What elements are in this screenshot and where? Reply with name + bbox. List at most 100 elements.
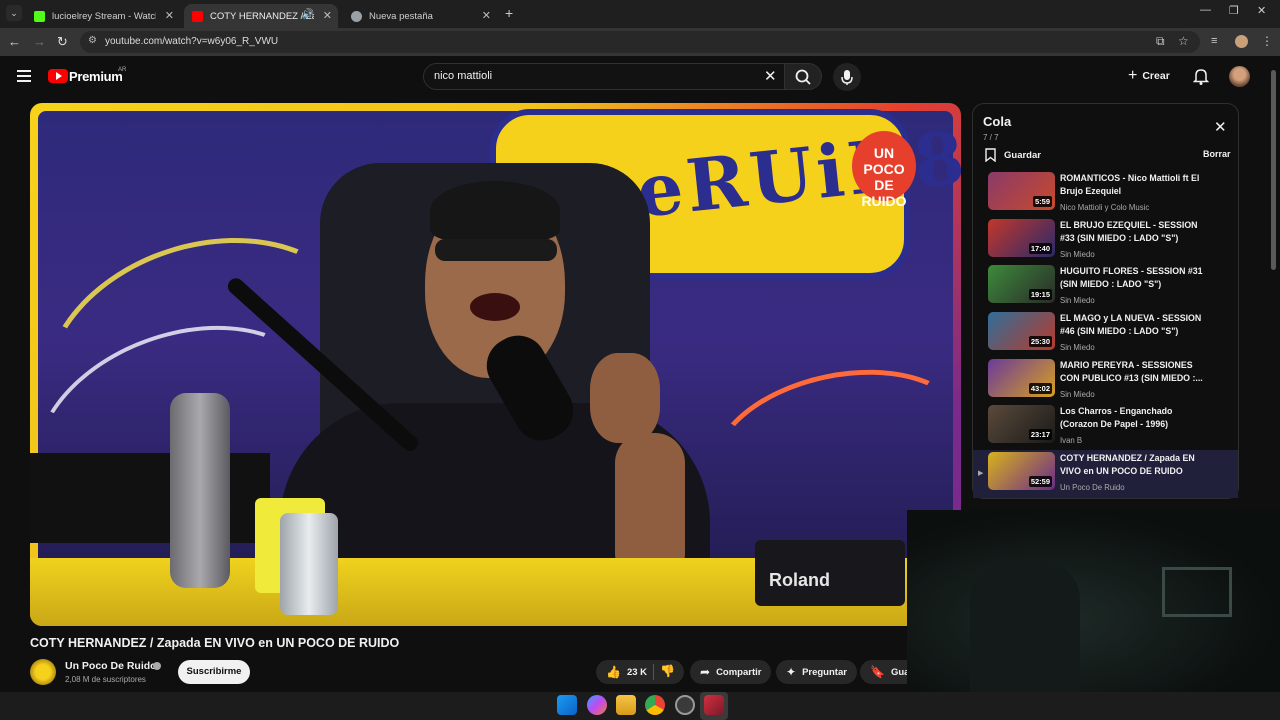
restore-icon[interactable]: ❐ <box>1229 4 1239 17</box>
verified-icon <box>153 662 161 670</box>
voice-search-button[interactable] <box>833 63 861 91</box>
queue-duration: 52:59 <box>1028 476 1052 487</box>
cast-icon[interactable]: ⧉ <box>1156 34 1165 49</box>
channel-avatar[interactable] <box>30 659 56 685</box>
roland-device: Roland <box>755 540 905 606</box>
window-close-icon[interactable]: ✕ <box>1257 4 1266 17</box>
like-icon[interactable]: 👍 <box>606 665 621 679</box>
file-explorer-icon[interactable] <box>616 695 636 715</box>
queue-item-channel: Sin Miedo <box>1060 390 1095 399</box>
bookmark-star-icon[interactable]: ☆ <box>1178 34 1189 48</box>
hamburger-menu-icon[interactable] <box>17 70 31 85</box>
queue-item-title[interactable]: EL BRUJO EZEQUIEL - SESSION #33 (SIN MIE… <box>1060 219 1210 245</box>
close-tab-icon[interactable]: ✕ <box>165 9 174 22</box>
site-info-icon[interactable]: ⚙ <box>88 35 97 46</box>
queue-thumbnail[interactable]: 5:59 <box>988 172 1055 210</box>
queue-thumbnail[interactable]: 19:15 <box>988 265 1055 303</box>
tab-title: lucioelrey Stream - Watch Live <box>52 10 156 22</box>
youtube-icon <box>192 10 203 22</box>
webcam-chair <box>970 560 1080 692</box>
chrome-icon <box>351 10 362 22</box>
search-value[interactable]: nico mattioli <box>434 70 492 82</box>
queue-save-button[interactable]: Guardar <box>985 148 1041 162</box>
bookmark-icon: 🔖 <box>870 665 885 679</box>
reload-icon[interactable]: ↻ <box>57 34 68 50</box>
dislike-icon[interactable]: 👎 <box>660 664 675 678</box>
queue-thumbnail[interactable]: 17:40 <box>988 219 1055 257</box>
browser-menu-icon[interactable]: ⋮ <box>1261 34 1273 48</box>
page-scrollbar[interactable] <box>1271 70 1276 270</box>
subscribe-button[interactable]: Suscribirme <box>178 660 250 684</box>
kick-icon <box>34 10 45 22</box>
queue-item-channel: Nico Mattioli y Colo Music <box>1060 203 1150 212</box>
queue-thumbnail[interactable]: 52:59 <box>988 452 1055 490</box>
bookmark-icon <box>985 148 996 162</box>
chrome-icon[interactable] <box>645 695 665 715</box>
address-url[interactable]: youtube.com/watch?v=w6y06_R_VWU <box>105 36 278 47</box>
queue-duration: 19:15 <box>1028 289 1052 300</box>
create-label: Crear <box>1142 70 1170 82</box>
queue-duration: 25:30 <box>1028 336 1052 347</box>
browser-profile-avatar[interactable] <box>1235 35 1248 48</box>
notifications-button[interactable] <box>1192 67 1210 90</box>
tab-search-button[interactable]: ⌄ <box>6 5 22 21</box>
media-controls-icon[interactable]: ≡ <box>1211 35 1217 47</box>
ask-button[interactable]: ✦ Preguntar <box>776 660 857 684</box>
browser-tab-new[interactable]: Nueva pestaña ✕ <box>343 4 497 28</box>
windows-start-icon[interactable] <box>557 695 577 715</box>
new-tab-button[interactable]: + <box>505 5 513 21</box>
account-avatar[interactable] <box>1229 66 1250 87</box>
queue-thumbnail[interactable]: 43:02 <box>988 359 1055 397</box>
youtube-logo-icon[interactable] <box>48 69 68 83</box>
browser-tab-kick[interactable]: lucioelrey Stream - Watch Live ✕ <box>26 4 180 28</box>
search-icon <box>795 69 811 85</box>
queue-clear-button[interactable]: Borrar <box>1203 149 1231 159</box>
chrome-alt-icon[interactable] <box>675 695 695 715</box>
speaker-icon[interactable]: 🔊 <box>302 9 314 20</box>
tab-title: COTY HERNANDEZ / Zapada <box>210 10 314 22</box>
close-tab-icon[interactable]: ✕ <box>482 9 491 22</box>
queue-title: Cola <box>983 114 1012 129</box>
now-playing-icon: ▶ <box>978 470 984 477</box>
subscriber-count: 2,08 M de suscriptores <box>65 675 146 684</box>
sunglasses <box>435 239 557 261</box>
channel-name[interactable]: Un Poco De Ruido <box>65 660 157 672</box>
queue-item-title[interactable]: ROMANTICOS - Nico Mattioli ft El Brujo E… <box>1060 172 1210 198</box>
forward-icon[interactable]: → <box>33 34 46 49</box>
queue-count: 7 / 7 <box>983 133 999 142</box>
video-player[interactable]: DeRUiD8 UN POCO DE RUIDO Roland <box>30 103 961 626</box>
queue-item-title[interactable]: Los Charros - Enganchado (Corazon De Pap… <box>1060 405 1210 431</box>
minimize-icon[interactable]: — <box>1200 4 1211 16</box>
save-button[interactable]: 🔖 Guar <box>860 660 907 684</box>
queue-thumbnail[interactable]: 23:17 <box>988 405 1055 443</box>
queue-duration: 5:59 <box>1032 196 1052 207</box>
app-icon[interactable] <box>704 695 724 715</box>
clear-search-icon[interactable]: ✕ <box>764 67 777 85</box>
close-tab-icon[interactable]: ✕ <box>323 9 332 22</box>
close-queue-icon[interactable]: ✕ <box>1214 118 1227 136</box>
youtube-brand[interactable]: Premium <box>69 69 123 84</box>
like-count[interactable]: 23 K <box>627 667 647 678</box>
tab-title: Nueva pestaña <box>369 10 433 22</box>
share-button[interactable]: ➦ Compartir <box>690 660 772 684</box>
copilot-icon[interactable] <box>587 695 607 715</box>
like-divider <box>653 664 654 680</box>
share-icon: ➦ <box>700 665 711 679</box>
queue-thumbnail[interactable]: 25:30 <box>988 312 1055 350</box>
save-label: Guar <box>890 666 907 678</box>
queue-item-title[interactable]: EL MAGO y LA NUEVA - SESSION #46 (SIN MI… <box>1060 312 1210 338</box>
back-icon[interactable]: ← <box>8 34 21 49</box>
screen: { "browser": { "tabs": [ {"title": "luci… <box>0 0 1280 720</box>
singer-hair <box>430 181 560 241</box>
keyboard <box>30 453 270 543</box>
video-title: COTY HERNANDEZ / Zapada EN VIVO en UN PO… <box>30 636 400 650</box>
queue-duration: 23:17 <box>1028 429 1052 440</box>
queue-item-title[interactable]: HUGUITO FLORES - SESSION #31 (SIN MIEDO … <box>1060 265 1210 291</box>
search-button[interactable] <box>784 63 822 90</box>
create-button[interactable]: + Crear <box>1128 64 1170 88</box>
browser-tab-youtube[interactable]: COTY HERNANDEZ / Zapada 🔊 ✕ <box>184 4 338 28</box>
queue-item-title[interactable]: COTY HERNANDEZ / Zapada EN VIVO en UN PO… <box>1060 452 1210 478</box>
queue-item-channel: Sin Miedo <box>1060 250 1095 259</box>
queue-item-title[interactable]: MARIO PEREYRA - SESSIONES CON PUBLICO #1… <box>1060 359 1210 385</box>
queue-item-channel: Sin Miedo <box>1060 343 1095 352</box>
